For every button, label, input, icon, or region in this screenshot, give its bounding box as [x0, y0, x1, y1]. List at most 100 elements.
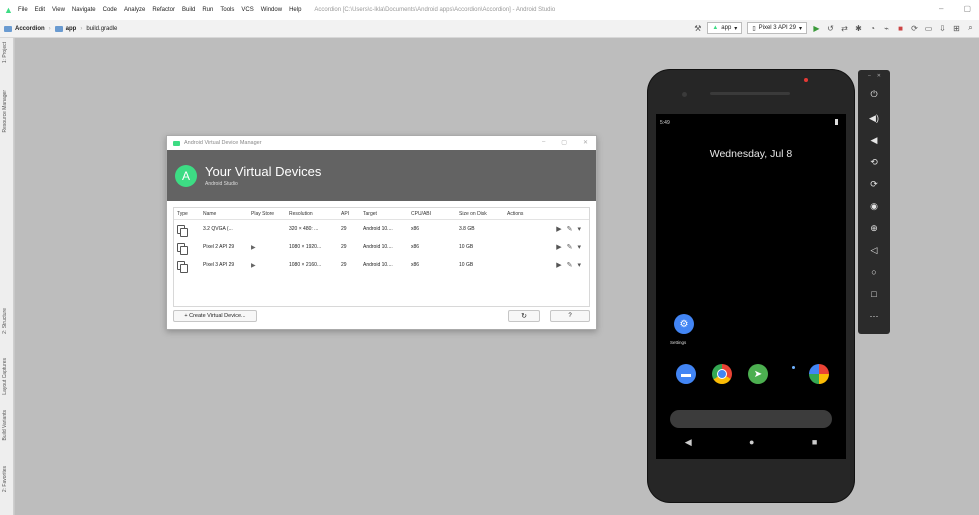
- menu-edit[interactable]: Edit: [35, 7, 45, 13]
- power-icon[interactable]: ⏻: [858, 86, 890, 102]
- volume-down-icon[interactable]: ◀: [858, 132, 890, 148]
- column-size-on-disk[interactable]: Size on Disk: [459, 211, 507, 217]
- home-icon[interactable]: ○: [858, 264, 890, 280]
- minimize-icon[interactable]: –: [542, 139, 545, 146]
- settings-app-icon[interactable]: ⚙: [674, 314, 694, 334]
- more-icon[interactable]: ⋯: [858, 308, 890, 324]
- create-virtual-device-button[interactable]: + Create Virtual Device...: [173, 310, 257, 322]
- menu-run[interactable]: Run: [202, 7, 213, 13]
- chrome-app-icon[interactable]: [712, 364, 732, 384]
- maximize-icon[interactable]: ▢: [561, 139, 567, 146]
- help-button[interactable]: ?: [550, 310, 590, 322]
- menu-file[interactable]: File: [18, 7, 28, 13]
- rotate-right-icon[interactable]: ⟳: [858, 176, 890, 192]
- zoom-icon[interactable]: ⊕: [858, 220, 890, 236]
- messages-app-icon[interactable]: ▬: [676, 364, 696, 384]
- device-select[interactable]: ▯ Pixel 3 API 29 ▾: [747, 22, 807, 34]
- minimize-button[interactable]: –: [939, 4, 943, 13]
- menu-navigate[interactable]: Navigate: [72, 7, 96, 13]
- play-store-icon: ▶: [251, 262, 256, 269]
- play-store-icon: ▶: [251, 244, 256, 251]
- menu-refactor[interactable]: Refactor: [152, 7, 175, 13]
- sdk-manager-icon[interactable]: ⇩: [938, 24, 947, 33]
- menu-view[interactable]: View: [52, 7, 65, 13]
- edit-icon[interactable]: ✎: [567, 261, 573, 269]
- maximize-button[interactable]: ▢: [963, 4, 971, 13]
- rotate-left-icon[interactable]: ⟲: [858, 154, 890, 170]
- column-api[interactable]: API: [341, 211, 363, 217]
- refresh-button[interactable]: ↻: [508, 310, 540, 322]
- photos-app-icon[interactable]: [809, 364, 829, 384]
- stop-icon[interactable]: ■: [896, 24, 905, 33]
- close-icon[interactable]: ✕: [583, 139, 588, 146]
- chevron-down-icon[interactable]: ▾: [577, 243, 581, 251]
- phone-icon: ▯: [752, 25, 756, 32]
- breadcrumb-file[interactable]: build.gradle: [86, 26, 117, 32]
- run-icon[interactable]: ▶: [812, 24, 821, 33]
- home-icon[interactable]: ●: [749, 437, 754, 448]
- breadcrumb-module[interactable]: app: [66, 26, 77, 32]
- column-resolution[interactable]: Resolution: [289, 211, 341, 217]
- tab-build-variants[interactable]: Build Variants: [2, 410, 8, 440]
- attach-debugger-icon[interactable]: ⌁: [882, 24, 891, 33]
- device-target: Android 10....: [363, 262, 393, 268]
- left-tool-strip: 1: Project Resource Manager 2: Structure…: [0, 38, 14, 515]
- column-cpu-abi[interactable]: CPU/ABI: [411, 211, 459, 217]
- tab-resource-manager[interactable]: Resource Manager: [2, 90, 8, 133]
- profile-icon[interactable]: ◔: [868, 24, 877, 33]
- tab-layout-captures[interactable]: Layout Captures: [2, 358, 8, 395]
- avd-manager-icon[interactable]: ▭: [924, 24, 933, 33]
- launch-icon[interactable]: ▶: [556, 225, 561, 233]
- apply-changes-icon[interactable]: ↺: [826, 24, 835, 33]
- android-studio-logo: A: [175, 164, 197, 187]
- search-icon[interactable]: ⌕: [966, 23, 975, 33]
- table-row[interactable]: Pixel 2 API 29 ▶ 1080 × 1920... 29 Andro…: [174, 238, 589, 256]
- menu-window[interactable]: Window: [261, 7, 282, 13]
- edit-icon[interactable]: ✎: [567, 243, 573, 251]
- launch-icon[interactable]: ▶: [556, 243, 561, 251]
- menu-analyze[interactable]: Analyze: [124, 7, 145, 13]
- apply-code-changes-icon[interactable]: ⇄: [840, 24, 849, 33]
- maps-app-icon[interactable]: ➤: [748, 364, 768, 384]
- layout-inspector-icon[interactable]: ⊞: [952, 24, 961, 33]
- debug-icon[interactable]: ✱: [854, 24, 863, 33]
- close-icon[interactable]: ✕: [877, 73, 881, 79]
- emulator-screen[interactable]: 5:49 Wednesday, Jul 8 ⚙ Settings ▬ ➤ ◀ ●…: [656, 114, 846, 459]
- table-row[interactable]: Pixel 3 API 29 ▶ 1080 × 2160... 29 Andro…: [174, 256, 589, 274]
- run-config-select[interactable]: ▲ app ▾: [707, 22, 743, 34]
- edit-icon[interactable]: ✎: [567, 225, 573, 233]
- device-cpu: x86: [411, 244, 420, 250]
- table-row[interactable]: 3.2 QVGA (... 320 × 480: ... 29 Android …: [174, 220, 589, 238]
- hammer-icon[interactable]: ⚒: [693, 24, 702, 33]
- overview-icon[interactable]: □: [858, 286, 890, 302]
- column-target[interactable]: Target: [363, 211, 411, 217]
- recents-icon[interactable]: ■: [812, 437, 817, 448]
- device-resolution: 1080 × 2160...: [289, 262, 322, 268]
- run-config-label: app: [721, 25, 732, 31]
- back-icon[interactable]: ◁: [858, 242, 890, 258]
- launch-icon[interactable]: ▶: [556, 261, 561, 269]
- chevron-down-icon[interactable]: ▾: [577, 225, 581, 233]
- column-name[interactable]: Name: [203, 211, 251, 217]
- menu-bar: ▲ File Edit View Navigate Code Analyze R…: [0, 0, 979, 20]
- google-search-bar[interactable]: [670, 410, 832, 428]
- device-api: 29: [341, 226, 347, 232]
- volume-up-icon[interactable]: ◀): [858, 110, 890, 126]
- tab-project[interactable]: 1: Project: [2, 42, 8, 63]
- minimize-icon[interactable]: –: [868, 73, 871, 79]
- breadcrumb-project[interactable]: Accordion: [15, 26, 45, 32]
- camera-icon[interactable]: ◉: [858, 198, 890, 214]
- back-icon[interactable]: ◀: [685, 437, 692, 448]
- menu-tools[interactable]: Tools: [220, 7, 234, 13]
- menu-help[interactable]: Help: [289, 7, 301, 13]
- tab-favorites[interactable]: 2: Favorites: [2, 466, 8, 492]
- chevron-down-icon[interactable]: ▾: [577, 261, 581, 269]
- menu-code[interactable]: Code: [103, 7, 117, 13]
- tab-structure[interactable]: 2: Structure: [2, 308, 8, 334]
- menu-vcs[interactable]: VCS: [241, 7, 253, 13]
- window-controls: – ▢: [939, 4, 971, 13]
- menu-build[interactable]: Build: [182, 7, 195, 13]
- column-type[interactable]: Type: [177, 211, 203, 217]
- column-play-store[interactable]: Play Store: [251, 211, 289, 217]
- sync-gradle-icon[interactable]: ⟳: [910, 24, 919, 33]
